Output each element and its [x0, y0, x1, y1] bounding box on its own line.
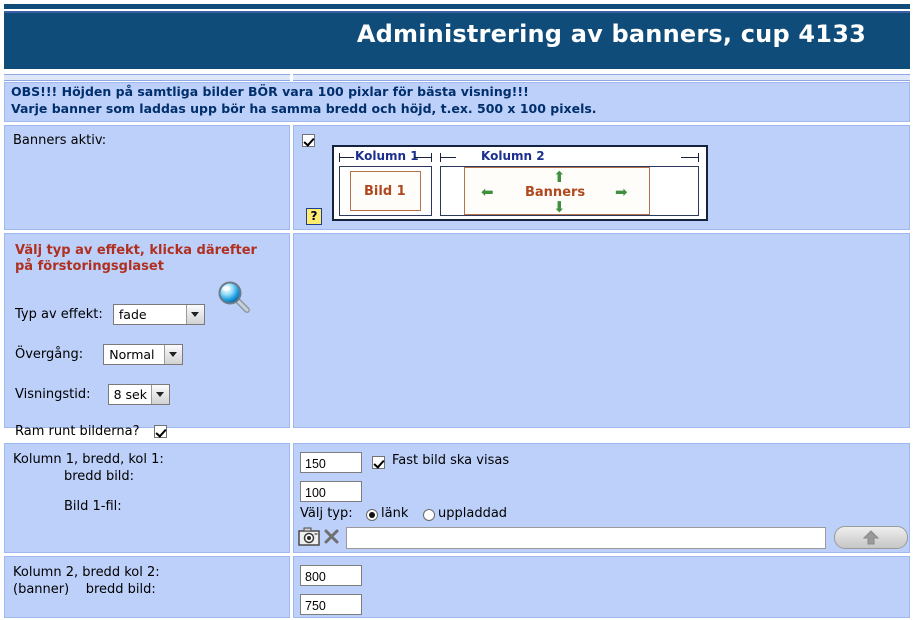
col1-dim-tick-right — [431, 153, 432, 162]
notice-line-1: OBS!!! Höjden på samtliga bilder BÖR var… — [11, 84, 529, 99]
frame-checkbox[interactable] — [153, 425, 167, 438]
column2-field-cell — [293, 556, 910, 618]
arrow-right-icon: ➡ — [615, 183, 628, 201]
effect-preview-cell — [293, 233, 910, 428]
header-separator-left — [4, 74, 290, 81]
help-icon[interactable]: ? — [306, 208, 322, 225]
effect-settings-cell: Välj typ av effekt, klicka därefter på f… — [4, 233, 290, 439]
col2-dim-line-right — [681, 157, 699, 158]
transition-select[interactable]: Normal — [103, 344, 184, 365]
camera-icon[interactable] — [298, 527, 320, 551]
page-root: Administrering av banners, cup 4133 OBS!… — [0, 0, 914, 620]
column1-label-line3: Bild 1-fil: — [64, 499, 122, 514]
chevron-down-icon — [150, 385, 169, 404]
column2-label-line1: Kolumn 2, bredd kol 2: — [13, 565, 160, 580]
transition-row: Övergång: Normal — [15, 344, 184, 365]
column2-image-width-input[interactable] — [300, 594, 362, 615]
fixed-image-label: Fast bild ska visas — [392, 453, 510, 468]
transition-value: Normal — [109, 347, 155, 362]
col1-dim-line-right — [414, 157, 432, 158]
page-header: Administrering av banners, cup 4133 — [0, 0, 914, 72]
effect-instruction-text: Välj typ av effekt, klicka därefter på f… — [15, 243, 257, 274]
column1-label-line1: Kolumn 1, bredd, kol 1: — [13, 452, 164, 467]
effect-type-row: Typ av effekt: fade — [15, 304, 205, 325]
upload-arrow-icon — [862, 530, 880, 545]
banners-active-label-cell: Banners aktiv: — [4, 125, 290, 230]
frame-label: Ram runt bilderna? — [15, 424, 140, 439]
column1-field-cell: Fast bild ska visas Välj typ: länk uppla… — [293, 443, 910, 553]
duration-row: Visningstid: 8 sek — [15, 384, 170, 405]
col2-dim-line-left — [440, 157, 456, 158]
diagram-column2-box: Banners ⬆ ⬇ ⬅ ➡ — [440, 166, 699, 216]
arrow-left-icon: ⬅ — [481, 183, 494, 201]
diagram-banner-box: Banners ⬆ ⬇ ⬅ ➡ — [464, 167, 650, 215]
chevron-down-icon — [185, 305, 204, 324]
upload-button[interactable] — [834, 526, 908, 549]
layout-diagram: Kolumn 1 Kolumn 2 Bild 1 Banners ⬆ ⬇ ⬅ ➡ — [332, 145, 708, 221]
page-title: Administrering av banners, cup 4133 — [356, 20, 866, 48]
radio-uploaded-label: uppladdad — [438, 506, 508, 521]
column1-image-width-input[interactable] — [300, 481, 362, 502]
column2-width-input[interactable] — [300, 565, 362, 586]
frame-row: Ram runt bilderna? — [15, 424, 167, 439]
banners-active-field-cell: ? Kolumn 1 Kolumn 2 Bild 1 Banners ⬆ ⬇ ⬅… — [293, 125, 910, 230]
col1-dim-line-left — [339, 157, 354, 158]
radio-link-label: länk — [381, 506, 409, 521]
header-rule-top — [4, 4, 910, 9]
magnifying-glass-icon[interactable] — [216, 281, 254, 315]
diagram-column1-box: Bild 1 — [339, 166, 432, 216]
header-left-edge — [0, 0, 4, 72]
notice-line-2: Varje banner som laddas upp bör ha samma… — [11, 101, 597, 116]
diagram-image1-box: Bild 1 — [350, 171, 421, 211]
diagram-dimension-row: Kolumn 1 Kolumn 2 — [336, 149, 704, 166]
diagram-image1-label: Bild 1 — [364, 184, 406, 199]
notice-banner: OBS!!! Höjden på samtliga bilder BÖR var… — [4, 82, 910, 122]
effect-type-select[interactable]: fade — [112, 304, 205, 325]
type-select-label: Välj typ: — [300, 506, 353, 521]
header-rule-bottom — [4, 62, 910, 69]
transition-label: Övergång: — [15, 347, 84, 362]
column2-label-cell: Kolumn 2, bredd kol 2: (banner) bredd bi… — [4, 556, 290, 618]
effect-type-label: Typ av effekt: — [15, 307, 103, 322]
file-path-input[interactable] — [346, 527, 826, 549]
radio-link[interactable] — [366, 509, 378, 521]
duration-value: 8 sek — [113, 387, 147, 402]
column2-label-line2: (banner) bredd bild: — [13, 582, 156, 597]
duration-label: Visningstid: — [15, 387, 91, 402]
column1-width-input[interactable] — [300, 452, 362, 473]
fixed-image-checkbox[interactable] — [372, 456, 385, 469]
col1-dim-label: Kolumn 1 — [355, 149, 419, 163]
duration-select[interactable]: 8 sek — [107, 384, 170, 405]
x-clear-icon[interactable] — [324, 529, 339, 548]
layout-diagram-inner: Kolumn 1 Kolumn 2 Bild 1 Banners ⬆ ⬇ ⬅ ➡ — [336, 149, 704, 217]
column1-label-line2: bredd bild: — [64, 469, 135, 484]
column1-label-cell: Kolumn 1, bredd, kol 1: bredd bild: Bild… — [4, 443, 290, 553]
banners-active-label: Banners aktiv: — [13, 133, 107, 148]
effect-type-value: fade — [118, 307, 147, 322]
chevron-down-icon — [164, 345, 183, 364]
banners-active-checkbox[interactable] — [302, 134, 315, 147]
radio-uploaded[interactable] — [423, 509, 435, 521]
col2-dim-tick-right — [698, 153, 699, 162]
header-separator-right — [293, 74, 910, 81]
col2-dim-label: Kolumn 2 — [481, 149, 545, 163]
arrow-up-icon: ⬆ — [553, 168, 566, 186]
arrow-down-icon: ⬇ — [553, 198, 566, 216]
